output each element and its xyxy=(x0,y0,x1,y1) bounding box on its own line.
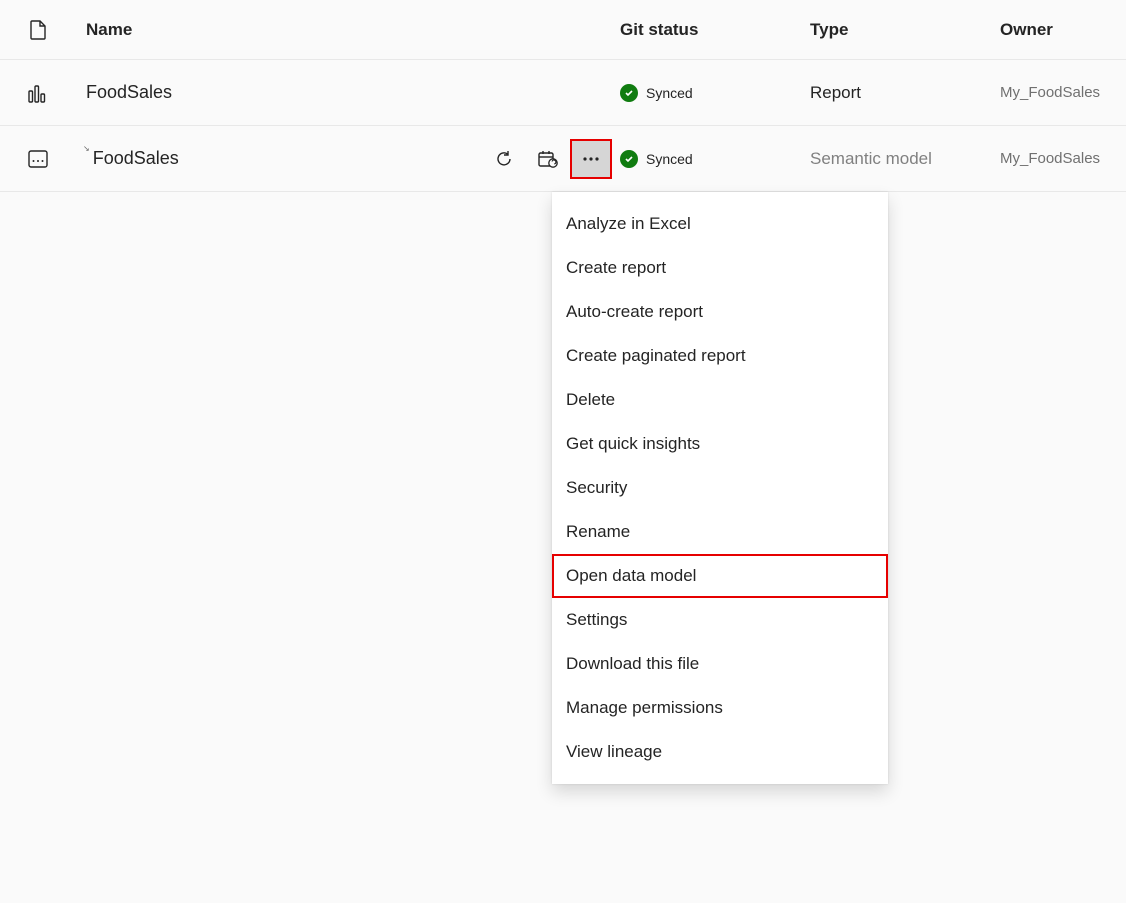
menu-view-lineage[interactable]: View lineage xyxy=(552,730,888,774)
header-git-status[interactable]: Git status xyxy=(620,20,698,40)
git-status-text: Synced xyxy=(646,151,693,167)
header-type[interactable]: Type xyxy=(810,20,848,40)
menu-download-this-file[interactable]: Download this file xyxy=(552,642,888,686)
schedule-refresh-button[interactable] xyxy=(526,126,570,192)
item-name[interactable]: FoodSales xyxy=(93,148,179,169)
menu-create-report[interactable]: Create report xyxy=(552,246,888,290)
item-name[interactable]: FoodSales xyxy=(86,82,172,103)
linked-badge-icon: ↘ xyxy=(83,144,90,153)
menu-analyze-in-excel[interactable]: Analyze in Excel xyxy=(552,202,888,246)
menu-rename[interactable]: Rename xyxy=(552,510,888,554)
schedule-refresh-icon xyxy=(538,150,558,168)
owner-text[interactable]: My_FoodSales xyxy=(1000,84,1100,101)
table-row[interactable]: ↘ FoodSales xyxy=(0,126,1126,192)
type-text: Semantic model xyxy=(810,149,932,169)
header-name[interactable]: Name xyxy=(86,20,132,40)
semantic-model-icon xyxy=(28,150,48,168)
context-menu: Analyze in Excel Create report Auto-crea… xyxy=(552,192,888,784)
menu-create-paginated-report[interactable]: Create paginated report xyxy=(552,334,888,378)
row-icon-cell xyxy=(0,83,60,103)
menu-security[interactable]: Security xyxy=(552,466,888,510)
ellipsis-icon xyxy=(582,157,600,161)
refresh-button[interactable] xyxy=(482,126,526,192)
header-owner[interactable]: Owner xyxy=(1000,20,1053,40)
header-icon-col xyxy=(0,20,60,40)
file-icon xyxy=(29,20,47,40)
menu-open-data-model[interactable]: Open data model xyxy=(552,554,888,598)
synced-icon xyxy=(620,150,638,168)
menu-get-quick-insights[interactable]: Get quick insights xyxy=(552,422,888,466)
menu-auto-create-report[interactable]: Auto-create report xyxy=(552,290,888,334)
table-row[interactable]: FoodSales Synced Report My_FoodSales xyxy=(0,60,1126,126)
menu-manage-permissions[interactable]: Manage permissions xyxy=(552,686,888,730)
type-text: Report xyxy=(810,83,861,103)
column-header-row: Name Git status Type Owner xyxy=(0,0,1126,60)
report-icon xyxy=(28,83,48,103)
owner-text[interactable]: My_FoodSales xyxy=(1000,150,1100,167)
menu-settings[interactable]: Settings xyxy=(552,598,888,642)
row-icon-cell xyxy=(0,150,60,168)
git-status-text: Synced xyxy=(646,85,693,101)
more-options-button[interactable] xyxy=(570,139,612,179)
menu-delete[interactable]: Delete xyxy=(552,378,888,422)
synced-icon xyxy=(620,84,638,102)
refresh-icon xyxy=(495,150,513,168)
